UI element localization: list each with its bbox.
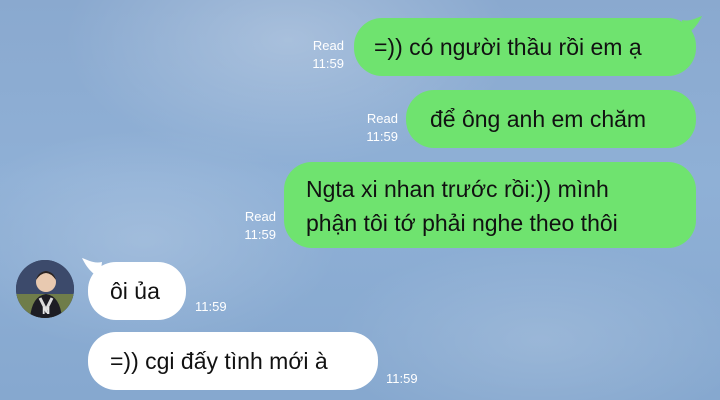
message-bubble[interactable]: =)) cgi đấy tình mới à xyxy=(88,332,378,390)
message-bubble[interactable]: Ngta xi nhan trước rồi:)) mình phận tôi … xyxy=(284,162,696,248)
message-text: =)) có người thầu rồi em ạ xyxy=(374,34,642,60)
message-text-line: Ngta xi nhan trước rồi:)) mình xyxy=(306,176,609,202)
message-bubble[interactable]: ôi ủa xyxy=(88,262,186,320)
read-status: Read xyxy=(312,38,344,53)
message-time: 11:59 xyxy=(386,371,418,386)
message-time: 11:59 xyxy=(195,299,227,314)
read-status: Read xyxy=(366,111,398,126)
avatar-image: N xyxy=(16,260,74,318)
contact-avatar[interactable]: N xyxy=(16,260,74,318)
message-meta: Read 11:59 xyxy=(228,208,276,244)
message-text-line: phận tôi tớ phải nghe theo thôi xyxy=(306,210,618,236)
message-bubble[interactable]: để ông anh em chăm xyxy=(406,90,696,148)
message-time: 11:59 xyxy=(312,56,344,71)
message-meta: Read 11:59 xyxy=(296,37,344,73)
message-time: 11:59 xyxy=(244,227,276,242)
message-text: ôi ủa xyxy=(110,278,160,304)
message-text: =)) cgi đấy tình mới à xyxy=(110,348,328,374)
read-status: Read xyxy=(244,209,276,224)
message-bubble[interactable]: =)) có người thầu rồi em ạ xyxy=(354,18,696,76)
message-meta: Read 11:59 xyxy=(350,110,398,146)
message-text: để ông anh em chăm xyxy=(430,106,647,132)
message-time: 11:59 xyxy=(366,129,398,144)
svg-text:N: N xyxy=(42,306,50,317)
